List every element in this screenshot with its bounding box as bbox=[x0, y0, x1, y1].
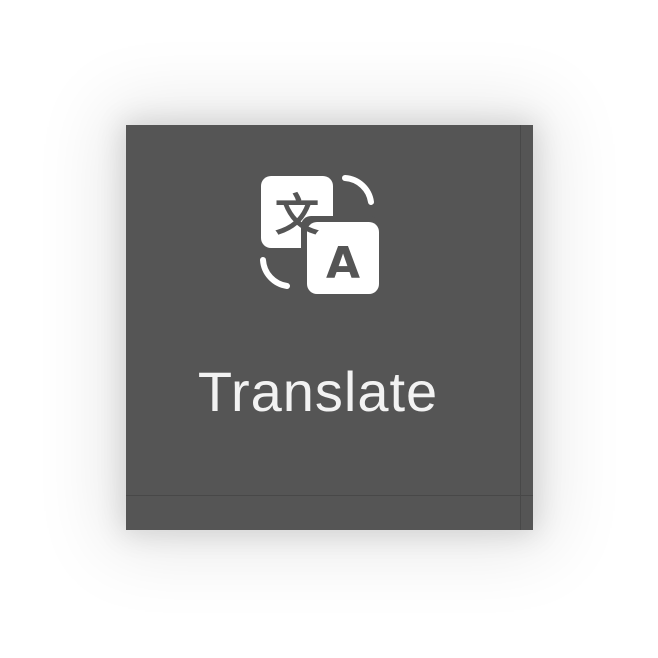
tile-label: Translate bbox=[197, 360, 439, 423]
translate-tile[interactable]: 文 A Translate bbox=[126, 125, 533, 530]
screen-background: 文 A Translate bbox=[0, 0, 658, 658]
translate-icon: 文 A bbox=[257, 172, 381, 296]
target-glyph: A bbox=[326, 238, 360, 289]
divider-right bbox=[520, 125, 521, 530]
divider-bottom bbox=[126, 495, 533, 496]
source-glyph: 文 bbox=[275, 190, 319, 241]
